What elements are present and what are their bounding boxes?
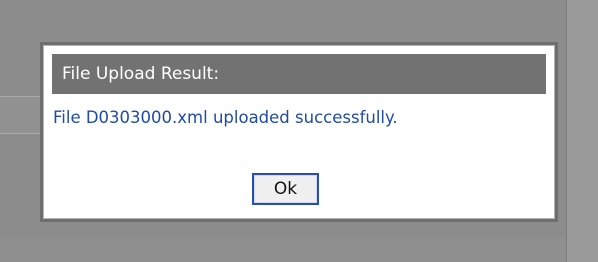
dialog-message: File D0303000.xml uploaded successfully.: [53, 108, 398, 127]
ok-button[interactable]: Ok: [252, 173, 319, 205]
background-bottom-area: [0, 238, 566, 262]
background-right-column: [566, 0, 598, 262]
upload-result-dialog: File Upload Result: File D0303000.xml up…: [40, 42, 558, 222]
dialog-title: File Upload Result:: [52, 54, 546, 94]
dialog-body: File Upload Result: File D0303000.xml up…: [43, 45, 555, 219]
